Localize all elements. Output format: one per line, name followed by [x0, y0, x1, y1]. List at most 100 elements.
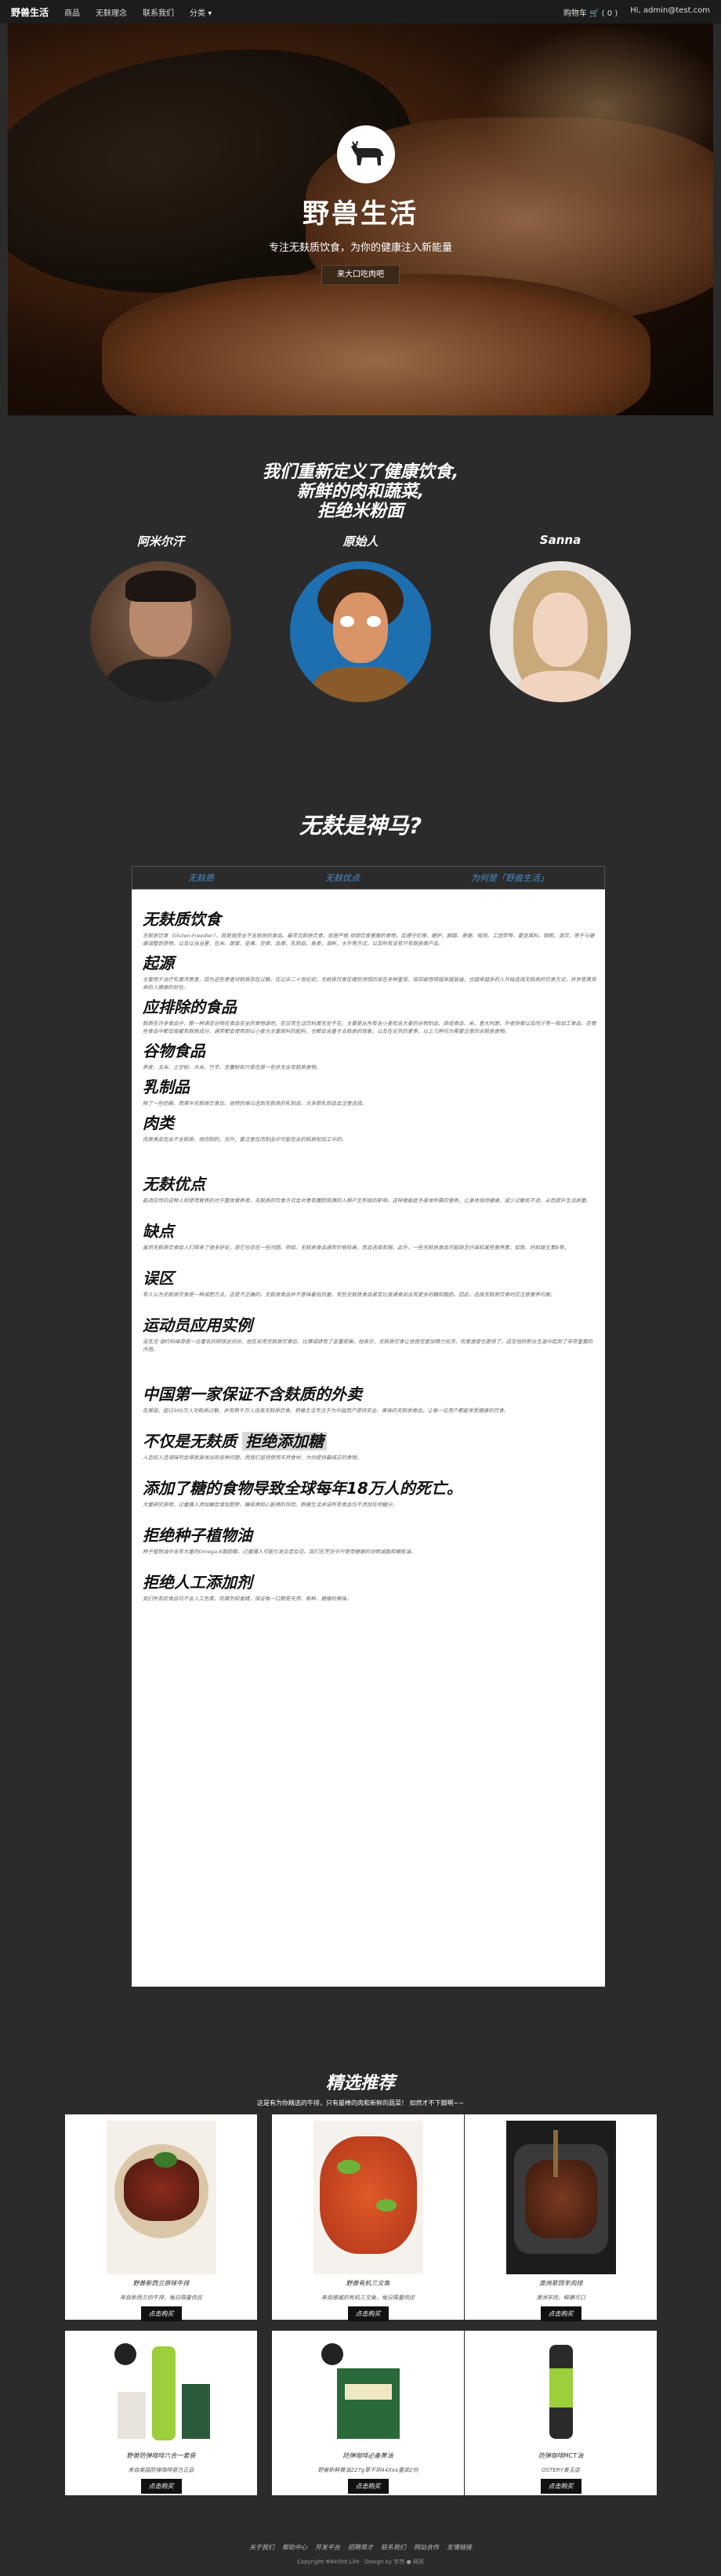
product-image[interactable]	[505, 2121, 616, 2274]
person-card: 阿米尔汗	[86, 533, 235, 702]
section-text: 麸质在许多食品中，都一种满足谷物在食品安全的食物源则，在日常生活饮料面无处不在。…	[143, 1020, 596, 1034]
article-section: 谷物食品荞麦、玉米、土豆粉、大米、竹芋、豆薯粉和只是在原一些并无含有麸质食物。	[143, 1042, 597, 1071]
person-card: 原始人	[286, 533, 435, 702]
section-text: 主要用于治疗乳糜泻患者，因为这些患者对麸质存在过敏。在过去二十世纪初，无麸质饮食…	[143, 976, 596, 991]
product-desc: 来自新西兰的牛排，每日限量供应	[120, 2295, 202, 2301]
person-avatar	[90, 561, 231, 702]
person-name: Sanna	[539, 533, 582, 547]
product-image[interactable]	[313, 2121, 423, 2274]
buy-button[interactable]: 点击购买	[140, 2306, 182, 2321]
tab-benefits[interactable]: 无麸优点	[325, 871, 360, 884]
product-image[interactable]	[106, 2337, 216, 2447]
nav-item-philosophy[interactable]: 无麸理念	[96, 6, 127, 18]
highlight-text: 拒绝添加糖	[241, 1432, 327, 1451]
intro-line-1: 我们重新定义了健康饮食,	[262, 462, 459, 482]
person-avatar	[490, 561, 631, 702]
product-card[interactable]: 野兽防弹咖啡六合一套装 来自美国防弹咖啡官方正品 点击购买	[65, 2331, 257, 2495]
product-card[interactable]: 野兽新西兰原味牛排 来自新西兰的牛排，每日限量供应 点击购买	[65, 2114, 257, 2321]
product-desc: 野兽新鲜黄油227g草不到44Xxx重装2份	[317, 2467, 418, 2473]
section-heading: 起源	[143, 954, 174, 973]
article-section: 应排除的食品麸质在许多食品中，都一种满足谷物在食品安全的食物源则，在日常生活饮料…	[143, 998, 597, 1035]
nav-item-contact[interactable]: 联系我们	[143, 6, 174, 18]
section-heading: 误区	[143, 1269, 174, 1288]
product-image[interactable]	[313, 2337, 423, 2447]
product-card[interactable]: 澳洲草饲羊肉排 澳洲羊肉，鲜嫩可口 点击购买	[465, 2114, 657, 2321]
section-text: 人造和人造调味剂会导致身体出现各种问题，而我们坚持使用天然食材，为你提供最纯正的…	[143, 1455, 362, 1461]
top-navbar: 野兽生活 商品 无麸理念 联系我们 分类 ▾ 购物车 🛒 ( 0 ) Hi, a…	[0, 0, 721, 24]
section-heading: 乳制品	[143, 1078, 190, 1096]
buy-button[interactable]: 点击购买	[540, 2306, 582, 2321]
section-text: 荞麦、玉米、土豆粉、大米、竹芋、豆薯粉和只是在原一些并无含有麸质食物。	[143, 1064, 321, 1071]
article-section: 误区有人认为无麸质饮食是一种减肥方法，这是不正确的。无麸质食品并不意味着低热量，…	[143, 1269, 597, 1299]
article-section: 缺点虽然无麸质饮食给人们带来了很多好处，但它也存在一些问题。例如，无麸质食品通常…	[143, 1222, 597, 1252]
section-heading: 拒绝种子植物油	[143, 1526, 252, 1545]
section-heading: 缺点	[143, 1222, 174, 1241]
footer-link-partner[interactable]: 网站合作	[414, 2543, 439, 2552]
footer-link-friends[interactable]: 友情链接	[447, 2543, 472, 2552]
hero-title: 野兽生活	[303, 198, 418, 230]
section-heading: 拒绝人工添加剂	[143, 1573, 252, 1592]
footer-link-help[interactable]: 帮助中心	[282, 2543, 307, 2552]
user-account-link[interactable]: Hi, admin@test.com	[630, 6, 710, 18]
product-name: 澳洲草饲羊肉排	[538, 2280, 583, 2287]
copyright: Copyright Ф9xShit Life · Design by 宇杰 ● …	[297, 2559, 424, 2565]
article-section: 中国第一家保证不含麸质的外卖 在美国，超过300万人对麸质过敏，并有数千万人选择无…	[143, 1385, 597, 1415]
section-text: 无麸质饮食（Gluten-Freedier），就是指完全不含麸质的食品。最常见麸…	[143, 933, 595, 947]
product-name: 防弹咖啡MCT油	[538, 2452, 584, 2459]
article-section: 起源主要用于治疗乳糜泻患者，因为这些患者对麸质存在过敏。在过去二十世纪初，无麸质…	[143, 954, 597, 991]
section-text: 大量研究表明，过量摄入添加糖会增加肥胖、糖尿病和心脏病的风险。野兽生活承诺所有食…	[143, 1502, 397, 1508]
footer-links: 关于我们 帮助中心 开发平台 招聘英才 联系我们 网站合作 友情链接	[0, 2543, 721, 2552]
article-section: 无麸优点 能适应性的这种人和使用营养的对于整体营养者。无麸质的饮食方式会对患有腹腔…	[143, 1175, 597, 1205]
buy-button[interactable]: 点击购买	[140, 2479, 182, 2494]
page-footer: 关于我们 帮助中心 开发平台 招聘英才 联系我们 网站合作 友情链接 Copyr…	[0, 2543, 721, 2566]
product-name: 防弹咖啡必备黄油	[342, 2452, 393, 2459]
buy-button[interactable]: 点击购买	[540, 2479, 582, 2494]
product-desc: 澳洲羊肉，鲜嫩可口	[536, 2295, 585, 2301]
product-card[interactable]: 防弹咖啡MCT油 OSTERY美玉店 点击购买	[465, 2331, 657, 2495]
intro-heading: 我们重新定义了健康饮食, 新鲜的肉和蔬菜, 拒绝米粉面	[0, 462, 721, 521]
nav-brand[interactable]: 野兽生活	[11, 5, 49, 19]
article-section: 拒绝种子植物油 种子植物油中含有大量的Omega-6脂肪酸，过量摄入可能引发炎症反…	[143, 1526, 597, 1556]
section-text: 有人认为无麸质饮食是一种减肥方法，这是不正确的。无麸质食品并不意味着低热量，有些…	[143, 1292, 556, 1298]
buy-button[interactable]: 点击购买	[347, 2479, 389, 2494]
product-image[interactable]	[505, 2337, 616, 2447]
section-text: 肉类食品包含不含麸质。但肉制的，另外，要注意在肉制品中可能包含的麸质和加工中的。	[143, 1136, 346, 1143]
footer-link-dev[interactable]: 开发平台	[315, 2543, 340, 2552]
product-card[interactable]: 防弹咖啡必备黄油 野兽新鲜黄油227g草不到44Xxx重装2份 点击购买	[272, 2331, 464, 2495]
footer-link-contact[interactable]: 联系我们	[381, 2543, 406, 2552]
intro-line-3: 拒绝米粉面	[317, 502, 404, 521]
cow-logo-icon	[337, 125, 395, 183]
section-heading: 肉类	[143, 1114, 174, 1132]
product-desc: OSTERY美玉店	[542, 2467, 580, 2473]
hero-cta-button[interactable]: 来大口吃肉吧	[321, 265, 400, 285]
article-section: 无麸质饮食无麸质饮食（Gluten-Freedier），就是指完全不含麸质的食品…	[143, 910, 597, 947]
section-text: 我们所有的食品均不含人工色素、防腐剂和香精，保证每一口都是天然、新鲜、健康的美味…	[143, 1596, 352, 1602]
hero-subtitle: 专注无麸质饮食，为你的健康注入新能量	[268, 242, 452, 254]
tab-why-beast-life[interactable]: 为何是「野兽生活」	[471, 871, 549, 884]
article-section: 乳制品除了一些奶酪，而其中无麸质饮食后，但特别难以选到无麸质的乳制品，大多数乳制…	[143, 1078, 597, 1107]
buy-button[interactable]: 点击购买	[347, 2306, 389, 2321]
footer-link-jobs[interactable]: 招聘英才	[348, 2543, 373, 2552]
product-card[interactable]: 野兽有机三文鱼 来自挪威的有机三文鱼，每日限量供应 点击购买	[272, 2114, 464, 2321]
article-section: 拒绝人工添加剂我们所有的食品均不含人工色素、防腐剂和香精，保证每一口都是天然、新…	[143, 1573, 597, 1603]
cart-link[interactable]: 购物车 🛒 ( 0 )	[563, 6, 618, 18]
section-text: 能适应性的这种人和使用营养的对于整体营养者。无麸质的饮食方式会对患有腹腔疾病的人…	[143, 1197, 591, 1204]
person-avatar	[290, 561, 431, 702]
section-heading: 应排除的食品	[143, 998, 237, 1016]
gluten-free-article: 无麸质 无麸优点 为何是「野兽生活」 无麸质饮食无麸质饮食（Gluten-Fre…	[132, 866, 605, 1987]
section-heading: 谷物食品	[143, 1042, 205, 1060]
section-text: 除了一些奶酪，而其中无麸质饮食后，但特别难以选到无麸质的乳制品，大多数乳制品会注…	[143, 1100, 367, 1107]
nav-item-categories-dropdown[interactable]: 分类 ▾	[190, 6, 212, 18]
footer-link-about[interactable]: 关于我们	[249, 2543, 274, 2552]
section-text: 虽然无麸质饮食给人们带来了很多好处，但它也存在一些问题。例如，无麸质食品通常价格…	[143, 1245, 569, 1251]
nav-item-products[interactable]: 商品	[64, 6, 80, 18]
product-name: 野兽防弹咖啡六合一套装	[126, 2452, 196, 2459]
product-image[interactable]	[106, 2121, 216, 2274]
section-heading: 添加了糖的食物导致全球每年18万人的死亡。	[143, 1479, 462, 1498]
article-section: 肉类肉类食品包含不含麸质。但肉制的，另外，要注意在肉制品中可能包含的麸质和加工中…	[143, 1114, 597, 1143]
section-heading: 中国第一家保证不含麸质的外卖	[143, 1385, 362, 1404]
recommend-title: 精选推荐	[325, 2074, 395, 2093]
person-name: 原始人	[342, 534, 379, 549]
section-heading: 无麸质饮食	[143, 910, 221, 929]
tab-gluten-free[interactable]: 无麸质	[188, 871, 214, 884]
